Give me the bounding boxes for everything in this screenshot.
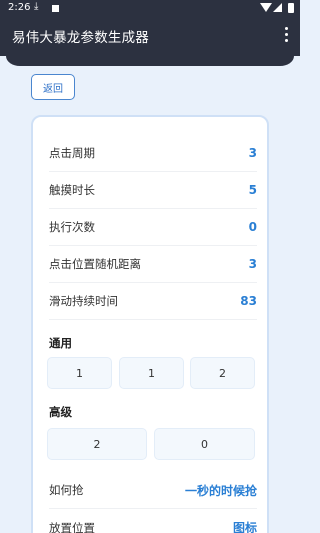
setting-row-exec-count[interactable]: 执行次数 0 [49,209,257,246]
download-icon: ⤓ [34,1,39,12]
notification-icon [52,5,59,12]
advanced-chip-1[interactable]: 2 [47,428,147,460]
how-to-grab-label: 如何抢 [49,483,84,497]
setting-label: 点击周期 [49,146,95,160]
general-chip-1[interactable]: 1 [47,357,112,389]
setting-row-placement[interactable]: 放置位置 图标 [49,509,257,533]
setting-row-swipe-duration[interactable]: 滑动持续时间 83 [49,283,257,320]
placement-value: 图标 [232,521,257,533]
status-time: 2:26 [8,2,31,13]
setting-value: 83 [240,294,257,308]
back-button[interactable]: 返回 [31,74,75,100]
signal-icon [273,3,282,12]
setting-value: 5 [248,183,257,197]
setting-row-how-to-grab[interactable]: 如何抢 一秒的时候抢 [49,472,257,509]
general-chip-2[interactable]: 1 [119,357,184,389]
app-bar: 易伟大暴龙参数生成器 [0,16,300,56]
more-vert-icon[interactable] [284,27,288,43]
setting-row-touch-duration[interactable]: 触摸时长 5 [49,172,257,209]
wifi-icon [260,3,272,12]
general-chip-3[interactable]: 2 [190,357,255,389]
placement-label: 放置位置 [49,520,95,533]
header-curve [6,54,294,66]
setting-value: 3 [248,257,257,271]
battery-icon [288,3,294,13]
setting-label: 执行次数 [49,220,95,234]
settings-card: 点击周期 3 触摸时长 5 执行次数 0 点击位置随机距离 3 滑动持续时间 8… [31,115,269,533]
setting-row-random-distance[interactable]: 点击位置随机距离 3 [49,246,257,283]
general-section-title: 通用 [49,336,72,350]
advanced-chip-2[interactable]: 0 [154,428,255,460]
status-bar: 2:26 ⤓ [0,0,300,16]
setting-label: 触摸时长 [49,183,95,197]
advanced-section-title: 高级 [49,405,72,419]
app-title: 易伟大暴龙参数生成器 [12,30,149,46]
setting-value: 0 [248,220,257,234]
how-to-grab-value: 一秒的时候抢 [184,483,257,498]
setting-value: 3 [248,146,257,160]
setting-row-click-period[interactable]: 点击周期 3 [49,135,257,172]
setting-label: 点击位置随机距离 [49,257,141,271]
setting-label: 滑动持续时间 [49,294,118,308]
